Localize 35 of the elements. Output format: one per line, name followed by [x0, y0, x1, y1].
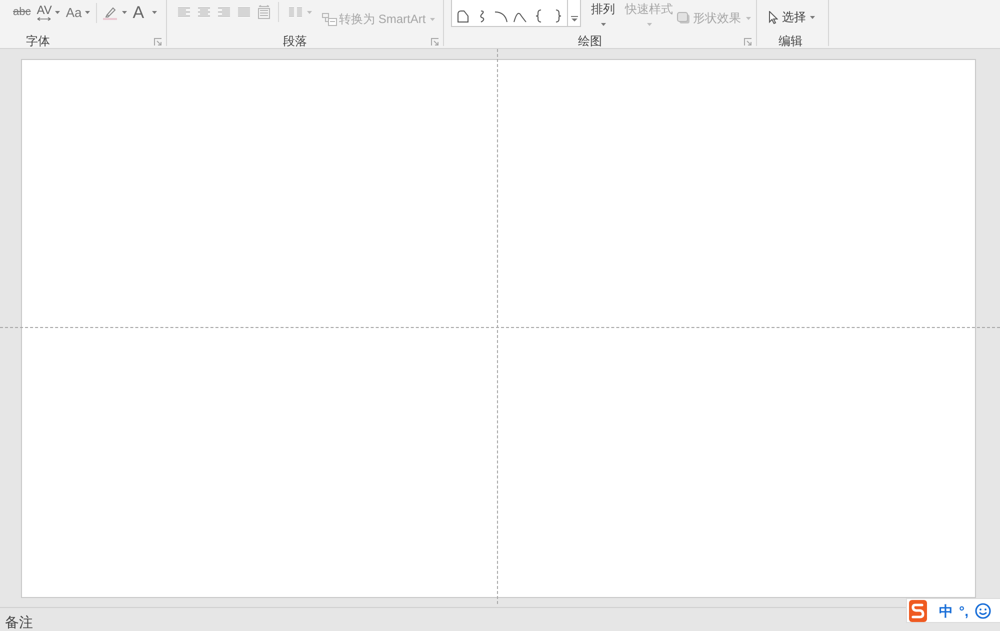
caret-icon	[600, 23, 606, 26]
character-spacing-button[interactable]: AV	[36, 2, 60, 24]
cursor-icon	[769, 10, 778, 24]
change-case-button[interactable]: Aa	[66, 2, 90, 24]
horizontal-guide-line[interactable]	[0, 327, 1000, 328]
caret-icon	[646, 23, 652, 26]
notes-button[interactable]: 备注	[5, 614, 33, 628]
shape-effects-icon	[677, 12, 690, 24]
vertical-guide-line[interactable]	[497, 49, 498, 604]
highlighter-icon	[102, 6, 117, 20]
logo-icon[interactable]	[909, 600, 927, 622]
gallery-more-icon[interactable]	[570, 16, 578, 22]
caret-icon	[810, 16, 815, 18]
dialog-launcher-icon[interactable]	[744, 38, 752, 46]
double-arrow-icon	[37, 17, 52, 21]
group-label: 字体	[26, 34, 50, 48]
caret-icon	[307, 10, 312, 14]
columns-icon	[289, 7, 302, 17]
select-button[interactable]: 选择	[769, 9, 815, 25]
group-label: 段落	[283, 34, 307, 48]
caret-icon	[430, 18, 435, 20]
group-label: 编辑	[778, 34, 802, 48]
punctuation-toggle[interactable]: °,	[959, 604, 968, 618]
smartart-icon	[322, 12, 337, 26]
dialog-launcher-icon[interactable]	[154, 38, 162, 46]
group-label: 绘图	[578, 34, 602, 48]
dialog-launcher-icon[interactable]	[431, 38, 439, 46]
smiley-icon[interactable]	[974, 602, 990, 618]
input-mode-toggle[interactable]: 中	[939, 604, 953, 618]
font-color-button[interactable]: A	[132, 2, 158, 24]
arc-icon[interactable]	[494, 9, 508, 23]
ribbon-button[interactable]: 排列	[591, 0, 615, 26]
freeform-shape-icon[interactable]	[456, 9, 470, 23]
caret-icon	[746, 16, 751, 20]
strikethrough-button[interactable]: abc	[13, 2, 31, 24]
